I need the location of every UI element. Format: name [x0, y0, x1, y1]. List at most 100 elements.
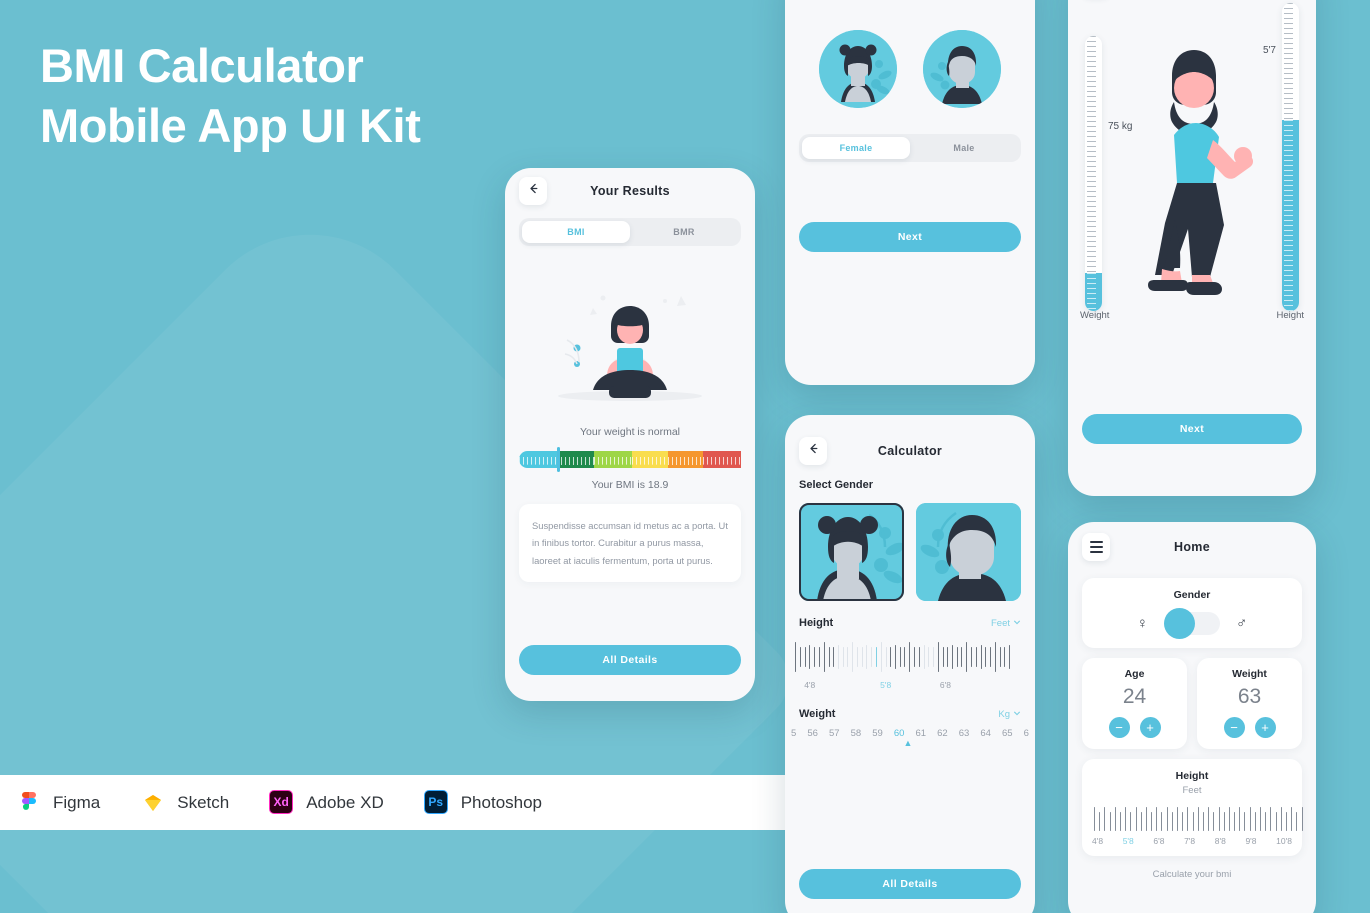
bmi-segment	[703, 451, 741, 468]
phone-notch	[848, 415, 972, 435]
ruler-tick	[818, 647, 820, 667]
weight-unit-dropdown[interactable]: Kg	[998, 709, 1021, 720]
male-symbol-icon[interactable]: ♂	[1236, 615, 1247, 632]
height-weight-header: Select Height & Weight	[1068, 0, 1316, 8]
next-button[interactable]: Next	[799, 222, 1021, 252]
next-button[interactable]: Next	[1082, 414, 1302, 444]
ruler-tick	[857, 647, 859, 667]
chevron-down-icon	[1013, 709, 1021, 720]
ruler-tick	[852, 642, 854, 672]
height-tick-label-selected: 5'8	[880, 680, 892, 690]
weight-unit-value: Kg	[998, 708, 1010, 720]
ruler-tick	[1130, 812, 1132, 831]
adobe-xd-icon: Xd	[269, 789, 295, 816]
tool-item-photoshop: Ps Photoshop	[423, 789, 542, 816]
ruler-tick	[1202, 812, 1204, 831]
chevron-down-icon	[1013, 618, 1021, 629]
female-gender-card[interactable]	[799, 503, 904, 601]
ruler-tick	[923, 645, 925, 669]
weight-increment-button[interactable]: +	[1254, 717, 1276, 738]
ruler-tick	[928, 647, 930, 667]
all-details-button[interactable]: All Details	[519, 645, 741, 675]
ruler-tick	[837, 645, 839, 669]
gender-card: Gender ♀ ♂	[1082, 578, 1302, 648]
height-slider-label: Height	[1276, 310, 1304, 321]
weight-value[interactable]: 58	[851, 728, 862, 739]
back-button[interactable]	[519, 177, 547, 205]
age-label: Age	[1124, 668, 1145, 680]
home-header: Home	[1068, 522, 1316, 572]
height-unit-dropdown[interactable]: Feet	[991, 618, 1021, 629]
ruler-tick	[895, 645, 896, 669]
height-ruler[interactable]	[1094, 805, 1303, 831]
bmi-marker[interactable]	[556, 447, 560, 472]
hamburger-menu-icon	[1089, 541, 1103, 553]
weight-slider-label: Weight	[1080, 310, 1110, 321]
weight-card: Weight 63 − +	[1197, 658, 1302, 749]
stats-row: Age 24 − + Weight 63 − +	[1082, 658, 1302, 749]
weight-label: Weight	[1232, 668, 1267, 680]
weight-value[interactable]: 57	[829, 728, 840, 739]
ruler-tick	[1296, 812, 1298, 831]
menu-button[interactable]	[1082, 533, 1110, 561]
weight-value[interactable]: 63	[959, 728, 970, 739]
ruler-tick	[1192, 812, 1194, 831]
height-ruler-labels: 4'8 5'8 6'8 7'8 8'8 9'8 10'8	[1092, 836, 1292, 846]
gender-toggle-row: ♀ ♂	[1082, 608, 1302, 639]
female-avatar[interactable]	[819, 30, 897, 108]
results-title: Your Results	[590, 184, 670, 198]
weight-value-selected[interactable]: 60	[894, 728, 905, 739]
results-illustration	[505, 268, 755, 418]
tab-bmr[interactable]: BMR	[630, 221, 738, 243]
bmi-segment	[667, 451, 704, 468]
ruler-tick	[1009, 645, 1011, 669]
weight-value[interactable]: 64	[980, 728, 991, 739]
segment-female[interactable]: Female	[802, 137, 910, 159]
male-gender-card[interactable]	[916, 503, 1021, 601]
weight-value[interactable]: 5	[791, 728, 796, 739]
ruler-tick	[1187, 807, 1189, 831]
height-ruler[interactable]	[795, 637, 1025, 677]
photoshop-icon: Ps	[423, 789, 450, 816]
age-increment-button[interactable]: +	[1139, 717, 1161, 738]
height-slider[interactable]	[1282, 3, 1299, 311]
ruler-tick	[980, 645, 982, 669]
bmi-scale	[519, 447, 741, 472]
ruler-tick	[1135, 807, 1137, 831]
segment-male[interactable]: Male	[910, 137, 1018, 159]
results-screen: Your Results BMI BMR Your weight is norm…	[505, 168, 755, 701]
weight-value[interactable]: 62	[937, 728, 948, 739]
weight-value[interactable]: 6	[1024, 728, 1029, 739]
back-button[interactable]	[799, 437, 827, 465]
ruler-tick	[1109, 812, 1111, 831]
bmi-segment	[594, 451, 633, 468]
height-tick-label: 10'8	[1276, 836, 1292, 846]
ruler-tick	[842, 647, 844, 667]
weight-slider[interactable]	[1085, 36, 1102, 311]
height-tick-label: 9'8	[1245, 836, 1257, 846]
height-card: Height Feet 4'8 5'8 6'8 7'8 8'8 9'8 10'8	[1082, 759, 1303, 856]
ruler-tick	[1244, 812, 1246, 831]
tab-bmi[interactable]: BMI	[522, 221, 630, 243]
female-symbol-icon[interactable]: ♀	[1137, 615, 1148, 632]
weight-value[interactable]: 65	[1002, 728, 1013, 739]
gender-toggle[interactable]	[1164, 608, 1220, 639]
ruler-tick	[937, 642, 939, 672]
tool-item-sketch: Sketch	[140, 790, 229, 816]
weight-value[interactable]: 56	[807, 728, 818, 739]
page-title-line-2: Mobile App UI Kit	[40, 99, 421, 153]
weight-decrement-button[interactable]: −	[1223, 717, 1245, 738]
weight-value[interactable]: 59	[872, 728, 883, 739]
height-tick-label: 6'8	[1153, 836, 1165, 846]
ruler-tick	[918, 647, 920, 667]
ruler-tick	[985, 647, 987, 667]
ruler-tick	[909, 642, 911, 672]
male-avatar[interactable]	[923, 30, 1001, 108]
toggle-knob[interactable]	[1164, 608, 1195, 639]
weight-value[interactable]: 61	[915, 728, 926, 739]
ruler-tick	[814, 647, 816, 667]
ruler-tick	[971, 647, 973, 667]
calculate-hint: Calculate your bmi	[1152, 869, 1232, 880]
age-decrement-button[interactable]: −	[1108, 717, 1130, 738]
all-details-button[interactable]: All Details	[799, 869, 1021, 899]
